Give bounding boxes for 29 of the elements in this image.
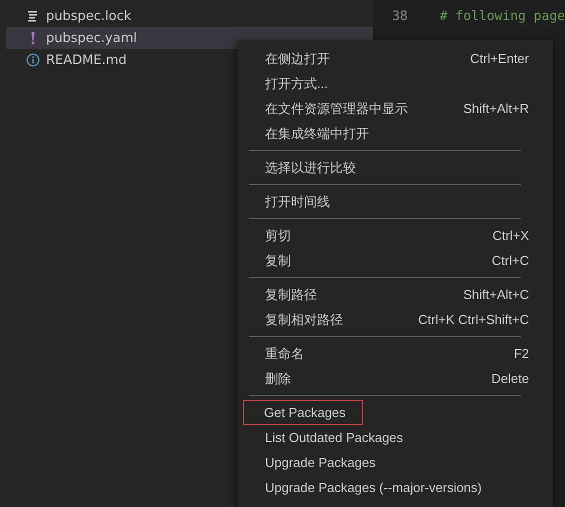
shortcut-label: Shift+Alt+R (463, 101, 529, 116)
menu-item[interactable]: 重命名 F2 (243, 341, 547, 366)
shortcut-label: Ctrl+X (492, 228, 529, 243)
shortcut-label: Ctrl+Enter (470, 51, 529, 66)
shortcut-label: Ctrl+K Ctrl+Shift+C (418, 312, 529, 327)
menu-item[interactable]: Get Packages (243, 400, 363, 425)
menu-item[interactable]: Upgrade Packages (--major-versions) (243, 475, 547, 500)
shortcut-label: Delete (491, 371, 529, 386)
menu-item[interactable]: 在文件资源管理器中显示 Shift+Alt+R (243, 96, 547, 121)
code-comment: # following page (440, 8, 565, 24)
menu-item[interactable]: 删除 Delete (243, 366, 547, 391)
menu-item[interactable]: 复制相对路径 Ctrl+K Ctrl+Shift+C (243, 307, 547, 332)
line-number: 38 (391, 8, 408, 24)
menu-item[interactable]: Upgrade Packages (243, 450, 547, 475)
menu-item[interactable]: 复制 Ctrl+C (243, 248, 547, 273)
file-item[interactable]: pubspec.lock (6, 5, 373, 27)
shortcut-label: Shift+Alt+C (463, 287, 529, 302)
menu-item[interactable]: 打开时间线 (243, 189, 547, 214)
menu-item[interactable]: 复制路径 Shift+Alt+C (243, 282, 547, 307)
shortcut-label: F2 (514, 346, 529, 361)
file-lines-icon (26, 9, 40, 23)
menu-item[interactable]: 在侧边打开 Ctrl+Enter (243, 46, 547, 71)
menu-item[interactable]: List Outdated Packages (243, 425, 547, 450)
menu-item[interactable]: 打开方式... (243, 71, 547, 96)
menu-item[interactable]: 剪切 Ctrl+X (243, 223, 547, 248)
shortcut-label: Ctrl+C (492, 253, 529, 268)
menu-item[interactable]: 在集成终端中打开 (243, 121, 547, 146)
info-icon (26, 53, 40, 67)
menu-item[interactable]: 选择以进行比较 (243, 155, 547, 180)
